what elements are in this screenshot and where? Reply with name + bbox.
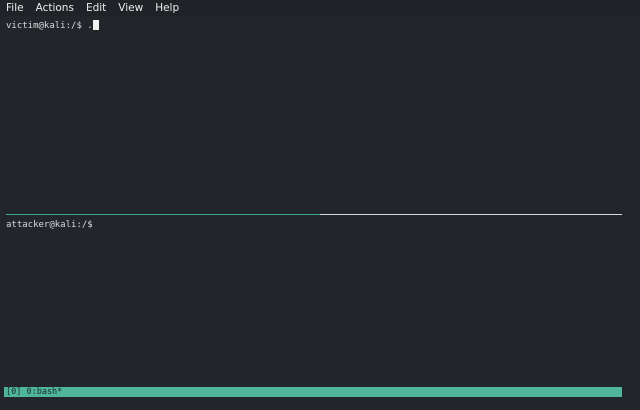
menu-file[interactable]: File xyxy=(6,1,24,15)
scrollbar[interactable] xyxy=(636,16,640,410)
attacker-prompt-line: attacker@kali:/$ xyxy=(0,219,636,231)
tmux-pane-victim[interactable]: victim@kali:/$ . xyxy=(0,20,636,212)
victim-prompt: victim@kali:/$ xyxy=(6,21,88,31)
menu-bar: File Actions Edit View Help xyxy=(0,0,640,16)
pane-divider-active[interactable] xyxy=(6,214,320,215)
attacker-prompt: attacker@kali:/$ xyxy=(6,220,93,230)
menu-actions[interactable]: Actions xyxy=(36,1,74,15)
terminal-window: File Actions Edit View Help victim@kali:… xyxy=(0,0,640,410)
tmux-pane-attacker[interactable]: attacker@kali:/$ xyxy=(0,219,636,384)
menu-view[interactable]: View xyxy=(118,1,143,15)
menu-edit[interactable]: Edit xyxy=(86,1,106,15)
victim-prompt-line: victim@kali:/$ . xyxy=(0,20,636,32)
terminal-cursor xyxy=(92,20,99,30)
pane-divider[interactable] xyxy=(320,214,622,215)
menu-help[interactable]: Help xyxy=(155,1,179,15)
tmux-status-bar: [0] 0:bash* xyxy=(4,387,622,397)
